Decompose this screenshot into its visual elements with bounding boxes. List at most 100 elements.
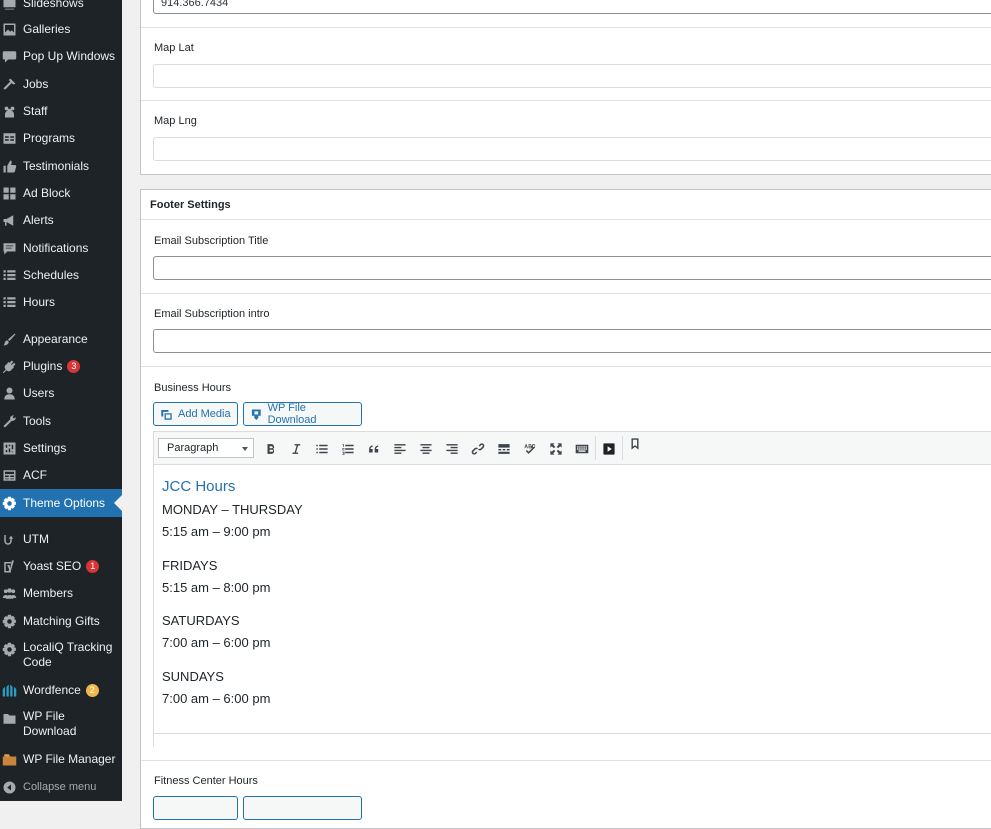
sidebar-item-testimonials[interactable]: Testimonials xyxy=(0,158,122,174)
sidebar-item-wp-file-manager[interactable]: WP File Manager xyxy=(0,751,122,767)
keyboard-icon xyxy=(575,444,588,453)
sidebar-item-hours[interactable]: Hours xyxy=(0,294,122,310)
spellcheck-icon xyxy=(523,443,535,454)
editor-content[interactable]: JCC Hours MONDAY – THURSDAY 5:15 am – 9:… xyxy=(154,465,991,733)
hammer-icon xyxy=(0,75,18,93)
sidebar-item-label: Testimonials xyxy=(23,158,90,173)
sidebar-item-alerts[interactable]: Alerts xyxy=(0,212,122,228)
italic-button[interactable] xyxy=(287,440,304,457)
speech-bubble-icon xyxy=(0,47,18,65)
sidebar-item-pop-up-windows[interactable]: Pop Up Windows xyxy=(0,48,122,64)
wordfence-count-badge: 2 xyxy=(85,683,99,697)
map-lng-label: Map Lng xyxy=(154,115,197,127)
sidebar-item-label: Yoast SEO xyxy=(23,558,82,573)
sidebar-item-programs[interactable]: Programs xyxy=(0,130,122,146)
collapse-menu-button[interactable]: Collapse menu xyxy=(0,779,122,795)
sidebar-item-users[interactable]: Users xyxy=(0,385,122,401)
sidebar-item-label: Jobs xyxy=(23,76,49,91)
toolbar-toggle-button[interactable] xyxy=(573,440,590,457)
wp-file-download-button[interactable] xyxy=(243,796,362,820)
editor-toolbar: Paragraph xyxy=(154,432,991,465)
spellcheck-button[interactable] xyxy=(521,440,538,457)
sidebar-item-appearance[interactable]: Appearance xyxy=(0,331,122,347)
editor-line: FRIDAYS xyxy=(162,558,218,573)
editor-line: 5:15 am – 9:00 pm xyxy=(162,524,271,539)
sidebar-item-matching-gifts[interactable]: Matching Gifts xyxy=(0,613,122,629)
bulleted-list-button[interactable] xyxy=(313,440,330,457)
phone-input[interactable] xyxy=(153,0,991,14)
bold-icon xyxy=(267,443,274,454)
read-more-button[interactable] xyxy=(495,440,512,457)
map-lng-input[interactable] xyxy=(153,137,991,161)
bulleted-list-icon xyxy=(315,444,328,453)
read-more-icon xyxy=(497,443,510,454)
sidebar-item-label: Members xyxy=(23,585,74,600)
sidebar-item-yoast-seo[interactable]: Yoast SEO 1 xyxy=(0,558,122,574)
sidebar-item-plugins[interactable]: Plugins 3 xyxy=(0,358,122,374)
postbox-title: Footer Settings xyxy=(150,199,231,211)
sidebar-item-staff[interactable]: Staff xyxy=(0,103,122,119)
sidebar-item-slideshows[interactable]: Slideshows xyxy=(0,0,122,11)
sidebar-item-schedules[interactable]: Schedules xyxy=(0,267,122,283)
utm-icon xyxy=(0,530,18,548)
align-center-button[interactable] xyxy=(417,440,434,457)
editor-line: 7:00 am – 6:00 pm xyxy=(162,635,271,650)
sidebar-item-localiq-tracking-code[interactable]: LocaliQ Tracking Code xyxy=(0,640,122,670)
sidebar-item-acf[interactable]: ACF xyxy=(0,467,122,483)
insert-link-button[interactable] xyxy=(469,440,486,457)
business-hours-label: Business Hours xyxy=(154,382,232,394)
sidebar-item-wp-file-download[interactable]: WP File Download xyxy=(0,709,122,739)
thumbs-up-icon xyxy=(0,157,18,175)
sidebar-item-jobs[interactable]: Jobs xyxy=(0,76,122,92)
list-icon xyxy=(0,266,18,284)
divider xyxy=(141,366,991,367)
business-hours-editor: Paragraph JCC Hours MONDAY – THURSDAY 5:… xyxy=(153,431,991,748)
editor-resize-bar[interactable] xyxy=(154,733,991,748)
email-subscription-intro-input[interactable] xyxy=(153,329,991,353)
add-media-label: Add Media xyxy=(178,408,231,420)
divider xyxy=(141,760,991,761)
bold-button[interactable] xyxy=(262,440,279,457)
grid-icon xyxy=(0,184,18,202)
sidebar-item-utm[interactable]: UTM xyxy=(0,531,122,547)
sidebar-item-label: Matching Gifts xyxy=(23,613,100,628)
add-media-button[interactable] xyxy=(153,796,238,820)
sidebar-item-label: Schedules xyxy=(23,267,80,282)
sidebar-item-notifications[interactable]: Notifications xyxy=(0,240,122,256)
sidebar-item-settings[interactable]: Settings xyxy=(0,440,122,456)
wp-file-download-button[interactable]: WP File Download xyxy=(243,402,362,426)
table-icon xyxy=(0,129,18,147)
align-right-button[interactable] xyxy=(443,440,460,457)
contact-settings-box: Map Lat Map Lng xyxy=(140,0,991,175)
sidebar-item-label: Programs xyxy=(23,130,76,145)
add-media-icon xyxy=(161,409,172,420)
add-media-button[interactable]: Add Media xyxy=(153,402,238,426)
email-subscription-title-input[interactable] xyxy=(153,256,991,280)
sidebar-item-wordfence[interactable]: Wordfence 2 xyxy=(0,682,122,698)
sidebar-item-members[interactable]: Members xyxy=(0,585,122,601)
blockquote-icon xyxy=(368,445,378,452)
sidebar-item-label: Staff xyxy=(23,103,48,118)
editor-line: SATURDAYS xyxy=(162,613,240,628)
update-count-badge: 3 xyxy=(67,359,81,373)
fitness-center-hours-label: Fitness Center Hours xyxy=(154,775,258,787)
numbered-list-button[interactable] xyxy=(339,440,356,457)
format-select[interactable]: Paragraph xyxy=(158,438,254,458)
gallery-icon xyxy=(0,20,18,38)
map-lat-label: Map Lat xyxy=(154,42,194,54)
align-left-button[interactable] xyxy=(391,440,408,457)
sidebar-item-galleries[interactable]: Galleries xyxy=(0,21,122,37)
sidebar-item-tools[interactable]: Tools xyxy=(0,413,122,429)
bookmark-button[interactable] xyxy=(626,435,643,452)
chevron-down-icon xyxy=(242,447,248,451)
fullscreen-button[interactable] xyxy=(547,440,564,457)
align-center-icon xyxy=(419,443,432,454)
blockquote-button[interactable] xyxy=(365,440,382,457)
sidebar-item-label: Notifications xyxy=(23,240,89,255)
sidebar-item-theme-options[interactable]: Theme Options xyxy=(0,489,122,517)
comment-icon xyxy=(0,239,18,257)
map-lat-input[interactable] xyxy=(153,64,991,88)
embed-button[interactable] xyxy=(600,440,617,457)
sidebar-item-label: Plugins xyxy=(23,358,63,373)
sidebar-item-ad-block[interactable]: Ad Block xyxy=(0,185,122,201)
